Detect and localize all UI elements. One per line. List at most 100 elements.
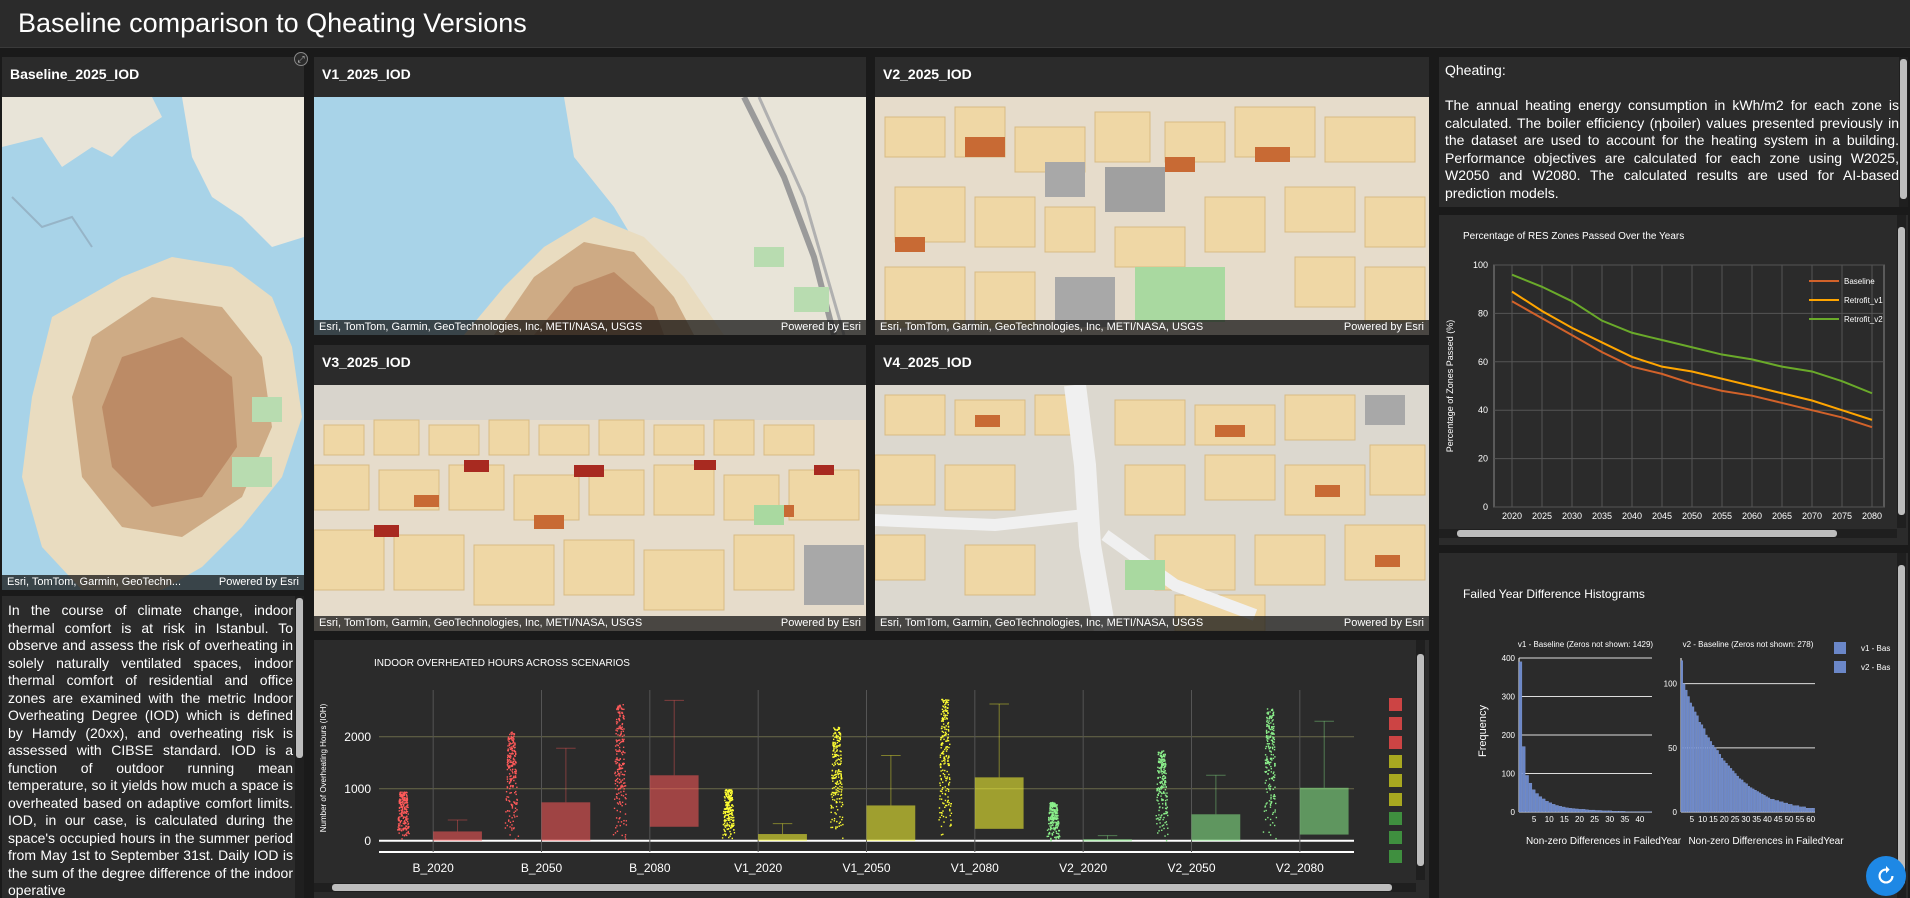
data-point [506, 776, 509, 778]
data-point [832, 780, 834, 782]
data-point [1051, 818, 1053, 821]
v4-map[interactable] [875, 385, 1429, 631]
map-title: Baseline_2025_IOD [10, 66, 140, 82]
map-attribution: Esri, TomTom, Garmin, GeoTechnologies, I… [314, 616, 866, 631]
data-point [945, 779, 947, 782]
data-point [1265, 766, 1267, 768]
data-point [1160, 752, 1162, 754]
data-point [1272, 723, 1275, 725]
data-point [1269, 735, 1271, 738]
data-point [1266, 740, 1269, 743]
data-point [622, 786, 624, 788]
data-point [406, 796, 408, 798]
data-point [947, 763, 949, 765]
data-point [1272, 795, 1275, 798]
data-point [1166, 799, 1168, 801]
x-tick-label: 2020 [1502, 511, 1522, 521]
data-point [513, 801, 515, 803]
data-point [513, 754, 516, 757]
ioh-chart-hscroll[interactable] [314, 883, 1416, 892]
data-point [1160, 788, 1162, 790]
data-point [946, 714, 948, 717]
baseline-map[interactable] [2, 97, 304, 590]
data-point [727, 791, 730, 793]
data-point [514, 792, 516, 794]
data-point [722, 834, 724, 836]
data-point [618, 763, 621, 765]
data-point [1270, 722, 1272, 724]
data-point [943, 821, 945, 823]
data-point [725, 801, 727, 804]
res-zones-chart-panel: Percentage of RES Zones Passed Over the … [1439, 215, 1908, 545]
qheating-scrollbar[interactable] [1899, 57, 1908, 207]
data-point [507, 745, 509, 747]
data-point [942, 787, 944, 789]
data-points [830, 726, 844, 839]
data-point [835, 827, 837, 830]
data-point [510, 760, 512, 762]
data-point [945, 702, 947, 704]
data-point [730, 816, 732, 818]
data-point [837, 787, 839, 789]
data-point [733, 824, 735, 826]
v3-map[interactable] [314, 385, 866, 631]
data-point [833, 756, 835, 758]
line-chart-hscroll[interactable] [1439, 529, 1897, 538]
data-point [622, 763, 624, 766]
data-point [1052, 818, 1055, 820]
data-point [403, 816, 405, 818]
data-point [730, 797, 733, 800]
data-point [513, 814, 515, 816]
data-point [1158, 830, 1160, 832]
data-point [727, 814, 730, 817]
data-point [619, 712, 621, 715]
data-point [941, 744, 943, 746]
data-point [505, 799, 508, 801]
line-chart-vscroll[interactable] [1897, 215, 1906, 528]
data-point [512, 750, 514, 752]
data-point [1267, 785, 1270, 787]
histogram-vscroll[interactable] [1897, 553, 1906, 898]
histogram-bar [1709, 741, 1713, 813]
expand-icon[interactable]: ⤢ [294, 52, 308, 66]
histogram-bar [1696, 715, 1699, 813]
data-point [1159, 806, 1161, 808]
data-point [1049, 805, 1051, 807]
x-tick-label: 30 [1741, 815, 1750, 824]
data-point [617, 821, 620, 823]
data-point [833, 747, 835, 750]
data-point [1266, 743, 1269, 745]
histogram-bar [1774, 800, 1777, 813]
data-point [515, 793, 517, 796]
data-point [1275, 837, 1277, 840]
data-point [1265, 735, 1268, 737]
data-point [940, 737, 943, 739]
histogram-bar [1808, 807, 1811, 813]
data-point [1266, 756, 1268, 758]
iod-scrollbar[interactable] [295, 596, 304, 898]
data-point [729, 830, 731, 833]
refresh-button[interactable] [1866, 856, 1906, 896]
data-point [949, 814, 951, 817]
ioh-chart-vscroll[interactable] [1416, 640, 1425, 880]
data-point [1267, 773, 1269, 775]
data-point [1163, 816, 1165, 819]
histogram-bar [1698, 722, 1701, 813]
data-point [1051, 832, 1053, 835]
data-point [838, 755, 840, 757]
data-point [407, 818, 409, 820]
data-point [950, 819, 952, 821]
histogram-bar [1761, 793, 1764, 813]
data-point [1164, 835, 1166, 837]
data-point [511, 807, 514, 809]
qheating-body: The annual heating energy consumption in… [1445, 97, 1899, 201]
data-point [1158, 803, 1160, 805]
data-point [938, 819, 940, 821]
histogram-bar [1792, 805, 1795, 813]
v1-map[interactable] [314, 97, 866, 335]
data-point [836, 826, 839, 828]
data-point [1164, 789, 1167, 791]
data-point [400, 830, 403, 832]
data-point [400, 804, 403, 806]
v2-map[interactable] [875, 97, 1429, 335]
